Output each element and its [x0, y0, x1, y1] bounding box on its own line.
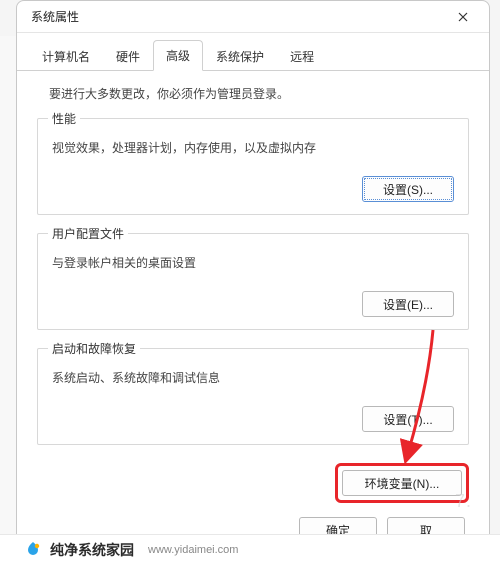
system-properties-dialog: 系统属性 计算机名 硬件 高级 系统保护 远程 要进行大多数更改，你必须作为管理…	[16, 0, 490, 564]
environment-variables-button[interactable]: 环境变量(N)...	[342, 470, 462, 496]
group-user-profiles-desc: 与登录帐户相关的桌面设置	[52, 254, 454, 271]
group-performance-title: 性能	[48, 110, 80, 127]
tab-system-protection[interactable]: 系统保护	[203, 41, 277, 71]
page-footer: 纯净系统家园 www.yidaimei.com	[0, 534, 500, 564]
annotation-highlight: 环境变量(N)...	[335, 463, 469, 503]
startup-recovery-settings-button[interactable]: 设置(T)...	[362, 406, 454, 432]
tab-bar: 计算机名 硬件 高级 系统保护 远程	[17, 33, 489, 71]
close-button[interactable]	[447, 5, 479, 29]
tab-remote[interactable]: 远程	[277, 41, 327, 71]
group-performance-desc: 视觉效果，处理器计划，内存使用，以及虚拟内存	[52, 139, 454, 156]
group-startup-recovery: 启动和故障恢复 系统启动、系统故障和调试信息 设置(T)...	[37, 348, 469, 445]
performance-settings-button[interactable]: 设置(S)...	[362, 176, 454, 202]
admin-notice: 要进行大多数更改，你必须作为管理员登录。	[37, 85, 469, 102]
titlebar: 系统属性	[17, 1, 489, 33]
group-user-profiles-title: 用户配置文件	[48, 225, 128, 242]
environment-variables-row: 环境变量(N)...	[37, 463, 469, 503]
close-icon	[458, 12, 468, 22]
tab-computer-name[interactable]: 计算机名	[29, 41, 103, 71]
tab-advanced[interactable]: 高级	[153, 40, 203, 71]
group-performance: 性能 视觉效果，处理器计划，内存使用，以及虚拟内存 设置(S)...	[37, 118, 469, 215]
group-user-profiles: 用户配置文件 与登录帐户相关的桌面设置 设置(E)...	[37, 233, 469, 330]
tab-hardware[interactable]: 硬件	[103, 41, 153, 71]
footer-brand: 纯净系统家园	[50, 540, 134, 560]
group-startup-recovery-title: 启动和故障恢复	[48, 340, 140, 357]
footer-url: www.yidaimei.com	[148, 544, 238, 556]
group-startup-recovery-desc: 系统启动、系统故障和调试信息	[52, 369, 454, 386]
footer-logo-icon	[24, 541, 42, 559]
user-profiles-settings-button[interactable]: 设置(E)...	[362, 291, 454, 317]
dialog-title: 系统属性	[31, 8, 79, 25]
tab-content: 要进行大多数更改，你必须作为管理员登录。 性能 视觉效果，处理器计划，内存使用，…	[17, 71, 489, 553]
